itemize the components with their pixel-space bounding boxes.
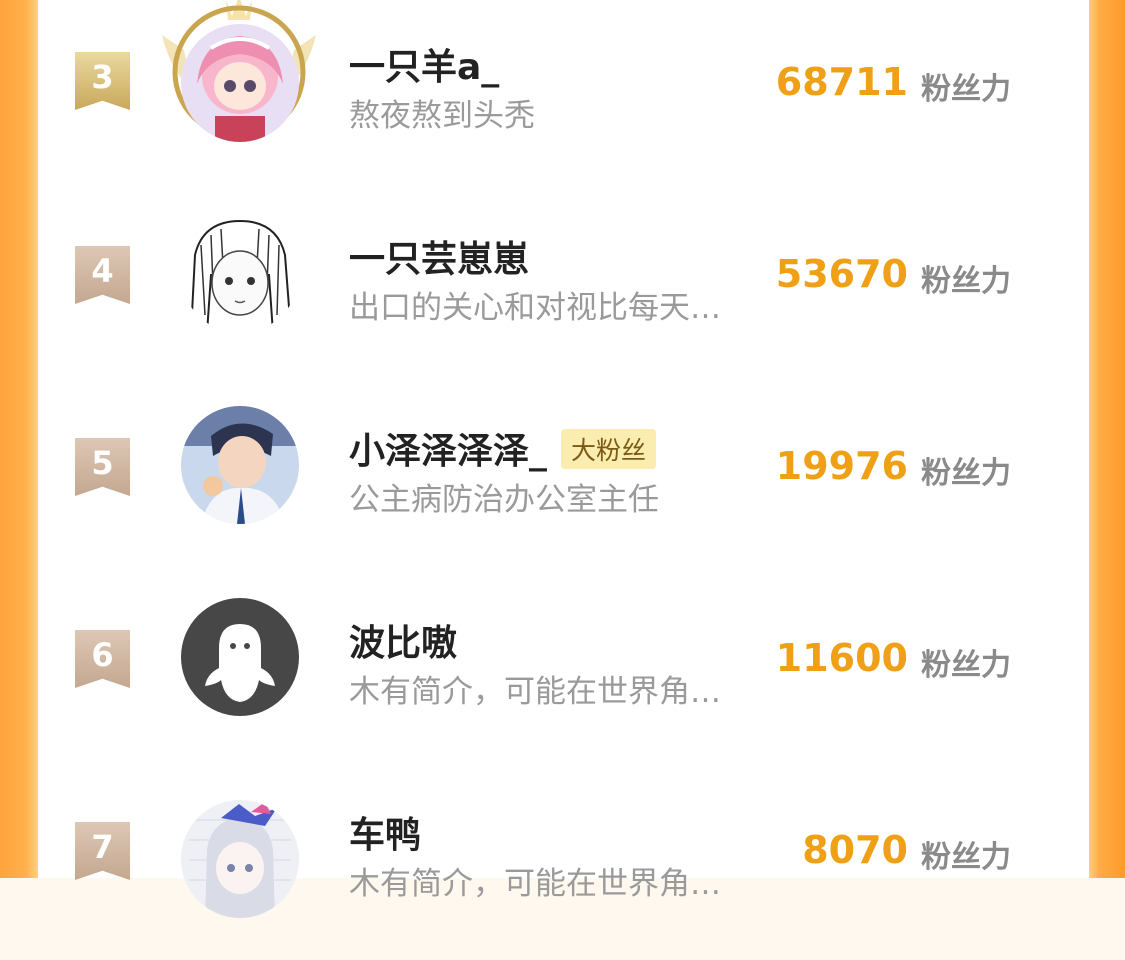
user-name[interactable]: 车鸭 (349, 806, 421, 858)
fan-power-score: 8070 (802, 828, 908, 872)
user-avatar[interactable] (181, 215, 299, 333)
user-bio: 出口的关心和对视比每天… (349, 290, 721, 326)
user-avatar[interactable] (181, 800, 299, 918)
rank-badge: 4 (75, 246, 130, 304)
user-name[interactable]: 波比嗷 (349, 614, 457, 666)
rank-badge: 5 (75, 438, 130, 496)
user-name[interactable]: 一只羊a_ (349, 38, 499, 90)
fan-power-label: 粉丝力 (921, 456, 1011, 491)
default-avatar-icon[interactable] (181, 598, 299, 716)
fan-power-score: 53670 (775, 252, 908, 296)
fan-power-score: 19976 (775, 444, 908, 488)
fan-power-score: 68711 (775, 60, 908, 104)
user-name-text[interactable]: 小泽泽泽泽_ (349, 431, 547, 472)
user-avatar[interactable] (181, 24, 299, 142)
ranking-row[interactable]: 3 一只羊a_ 熬夜熬到头秃 68711 粉丝力 (38, 0, 1089, 192)
fan-power-score: 11600 (775, 636, 908, 680)
ranking-row[interactable]: 7 车鸭 木有简介，可能在世界角… 8070 粉丝力 (38, 768, 1089, 960)
user-bio: 木有简介，可能在世界角… (349, 866, 721, 902)
fan-ranking-list: 3 一只羊a_ 熬夜熬到头秃 68711 粉丝力 4 一只芸崽崽 出口的关心和对… (38, 0, 1089, 918)
user-avatar[interactable] (181, 406, 299, 524)
rank-badge: 7 (75, 822, 130, 880)
ranking-row[interactable]: 5 小泽泽泽泽_ 大粉丝 公主病防治办公室主任 19976 粉丝力 (38, 384, 1089, 576)
fan-power-label: 粉丝力 (921, 72, 1011, 107)
user-bio: 熬夜熬到头秃 (349, 98, 535, 134)
fan-power-label: 粉丝力 (921, 840, 1011, 875)
rank-badge: 3 (75, 52, 130, 110)
orange-frame-right (1089, 0, 1125, 878)
user-bio: 木有简介，可能在世界角… (349, 674, 721, 710)
ranking-row[interactable]: 4 一只芸崽崽 出口的关心和对视比每天… 53670 粉丝力 (38, 192, 1089, 384)
user-bio: 公主病防治办公室主任 (349, 482, 659, 518)
fan-power-label: 粉丝力 (921, 648, 1011, 683)
user-name[interactable]: 一只芸崽崽 (349, 230, 529, 282)
rank-badge: 6 (75, 630, 130, 688)
ranking-row[interactable]: 6 波比嗷 木有简介，可能在世界角… 11600 粉丝力 (38, 576, 1089, 768)
fan-level-badge: 大粉丝 (561, 429, 657, 469)
user-name[interactable]: 小泽泽泽泽_ 大粉丝 (349, 422, 657, 474)
fan-power-label: 粉丝力 (921, 264, 1011, 299)
orange-frame-left (0, 0, 38, 878)
